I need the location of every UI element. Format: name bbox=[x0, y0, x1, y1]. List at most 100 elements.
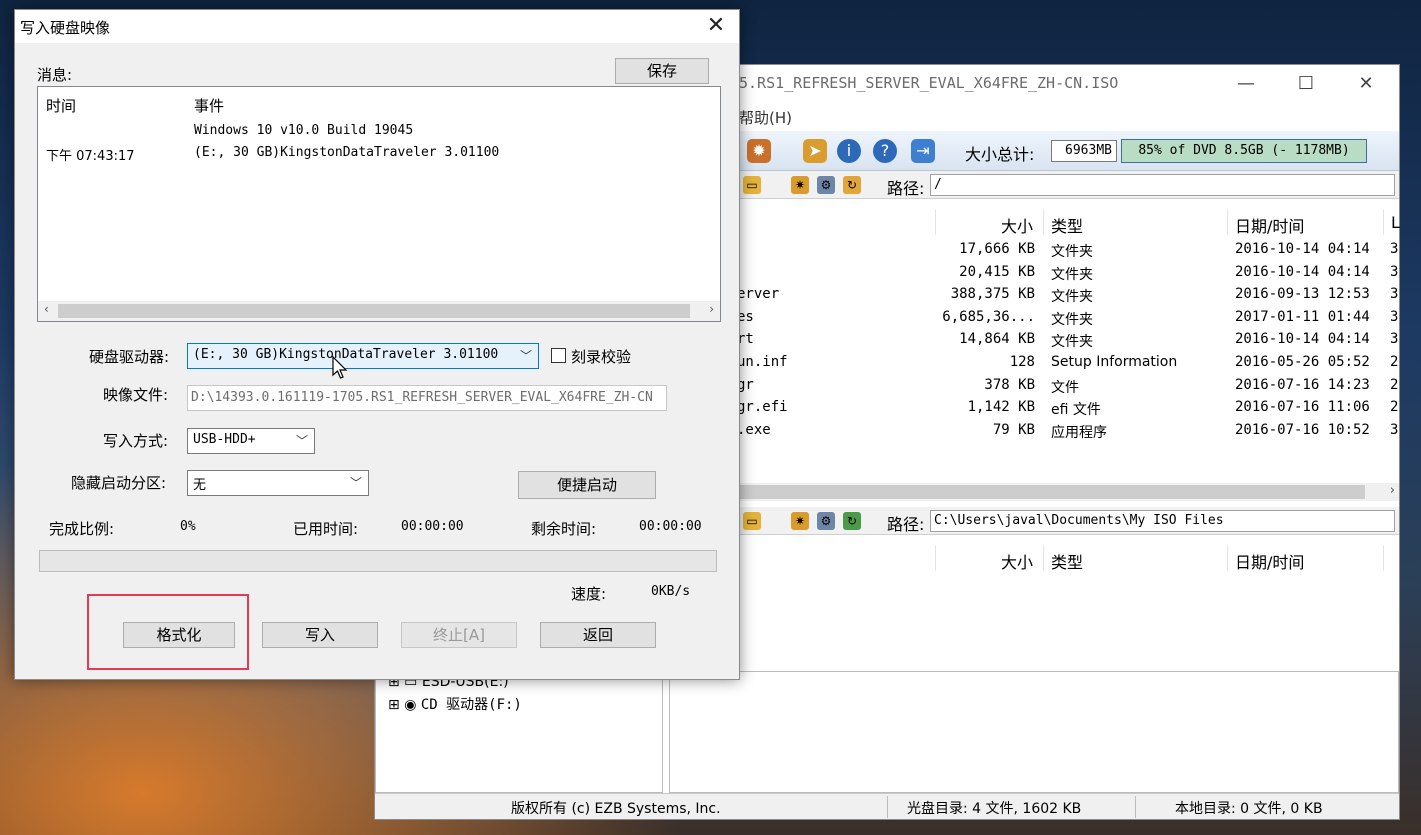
table-row[interactable]: erver 388,375 KB 文件夹 2016-09-13 12:53 3 bbox=[735, 283, 1399, 305]
log-hscrollbar[interactable]: ‹ › bbox=[38, 301, 720, 321]
write-mode-select[interactable]: USB-HDD+ ﹀ bbox=[187, 428, 315, 454]
capacity-bar: 85% of DVD 8.5GB (- 1178MB) bbox=[1121, 139, 1367, 163]
cell-date: 2016-07-16 11:06 bbox=[1235, 399, 1370, 416]
write-mode-label: 写入方式: bbox=[103, 432, 169, 450]
chevron-down-icon: ﹀ bbox=[349, 476, 362, 490]
elapsed-label: 已用时间: bbox=[293, 520, 359, 538]
iso-file-list-header: 大小 类型 日期/时间 L bbox=[935, 209, 1400, 237]
save-button[interactable]: 保存 bbox=[615, 58, 709, 84]
log-entry-time: 下午 07:43:17 bbox=[46, 149, 135, 164]
cell-type: 文件夹 bbox=[1051, 244, 1093, 260]
folder-icon[interactable]: ▭ bbox=[743, 176, 761, 194]
table-row[interactable]: gr.efi 1,142 KB efi 文件 2016-07-16 11:06 2 bbox=[735, 396, 1399, 418]
gear-icon[interactable]: ⚙ bbox=[817, 512, 835, 530]
cell-type: efi 文件 bbox=[1051, 402, 1101, 419]
scroll-right-icon[interactable]: › bbox=[709, 302, 714, 316]
col-type[interactable]: 类型 bbox=[1051, 213, 1083, 237]
cell-l: 2 bbox=[1390, 354, 1399, 370]
close-button[interactable]: ✕ bbox=[1343, 71, 1389, 97]
col-event: 事件 bbox=[194, 97, 225, 115]
image-file-field[interactable]: D:\14393.0.161119-1705.RS1_REFRESH_SERVE… bbox=[187, 385, 667, 411]
col-date[interactable]: 日期/时间 bbox=[1235, 549, 1304, 573]
cell-size: 6,685,36... bbox=[942, 308, 1035, 325]
properties-icon[interactable]: ✷ bbox=[791, 176, 809, 194]
info-icon[interactable]: i bbox=[837, 139, 861, 163]
messages-label: 消息: bbox=[37, 66, 73, 84]
cell-date: 2016-07-16 10:52 bbox=[1235, 421, 1370, 438]
refresh-icon[interactable]: ↻ bbox=[843, 176, 861, 194]
mouse-cursor-icon bbox=[332, 356, 348, 379]
table-row[interactable]: rt 14,864 KB 文件夹 2016-10-14 04:14 3 bbox=[735, 328, 1399, 350]
size-total-value: 6963MB bbox=[1051, 140, 1117, 162]
scroll-right-icon[interactable]: › bbox=[1390, 483, 1395, 498]
minimize-button[interactable]: — bbox=[1223, 71, 1269, 97]
burn-icon[interactable]: ✹ bbox=[747, 139, 771, 163]
cell-l: 3 bbox=[1390, 241, 1399, 257]
cell-date: 2016-07-16 14:23 bbox=[1235, 376, 1370, 393]
maximize-button[interactable]: ☐ bbox=[1283, 71, 1329, 97]
table-row[interactable]: un.inf 128 Setup Information 2016-05-26 05:… bbox=[735, 351, 1399, 373]
col-type[interactable]: 类型 bbox=[1051, 549, 1083, 573]
col-extra[interactable]: L bbox=[1391, 213, 1400, 232]
local-file-list-header: 大小 类型 日期/时间 bbox=[935, 545, 1399, 573]
tree-item-cd-drive[interactable]: ⊞ ◉ CD 驱动器(F:) bbox=[388, 694, 522, 714]
refresh-icon[interactable]: ↻ bbox=[843, 512, 861, 530]
cell-size: 17,666 KB bbox=[959, 241, 1035, 257]
local-tree: ⊞ ▭ ESD-USB(E:) ⊞ ◉ CD 驱动器(F:) bbox=[375, 671, 663, 793]
drive-select[interactable]: (E:, 30 GB)KingstonDataTraveler 3.01100 … bbox=[187, 343, 539, 369]
table-row[interactable]: 17,666 KB 文件夹 2016-10-14 04:14 3 bbox=[735, 238, 1399, 260]
cell-date: 2016-05-26 05:52 bbox=[1235, 354, 1370, 370]
export-icon[interactable]: ➤ bbox=[803, 139, 827, 163]
table-row[interactable]: 20,415 KB 文件夹 2016-10-14 04:14 3 bbox=[735, 261, 1399, 283]
cell-size: 378 KB bbox=[984, 376, 1035, 393]
local-path-label: 路径: bbox=[887, 515, 925, 534]
scroll-thumb[interactable] bbox=[735, 485, 1365, 499]
iso-list-hscrollbar[interactable]: › bbox=[735, 483, 1399, 501]
table-row[interactable]: .exe 79 KB 应用程序 2016-07-16 10:52 3 bbox=[735, 419, 1399, 441]
remaining-value: 00:00:00 bbox=[639, 519, 702, 534]
status-disc-dir: 光盘目录: 4 文件, 1602 KB bbox=[907, 801, 1082, 817]
cell-size: 388,375 KB bbox=[950, 286, 1035, 303]
cell-l: 2 bbox=[1390, 399, 1399, 416]
table-row[interactable]: es 6,685,36... 文件夹 2017-01-11 01:44 3 bbox=[735, 306, 1399, 328]
col-size[interactable]: 大小 bbox=[1001, 549, 1033, 573]
cell-size: 14,864 KB bbox=[959, 331, 1035, 348]
quick-boot-button[interactable]: 便捷启动 bbox=[518, 471, 656, 499]
folder-icon[interactable]: ▭ bbox=[743, 512, 761, 530]
cell-size: 79 KB bbox=[992, 421, 1035, 438]
speed-label: 速度: bbox=[571, 585, 607, 603]
menu-help[interactable]: 帮助(H) bbox=[739, 107, 792, 128]
write-button[interactable]: 写入 bbox=[262, 622, 378, 648]
done-ratio-label: 完成比例: bbox=[49, 520, 115, 538]
done-ratio-value: 0% bbox=[180, 519, 196, 534]
progress-bar bbox=[39, 550, 717, 572]
cell-l: 3 bbox=[1390, 308, 1399, 325]
cell-size: 128 bbox=[1009, 354, 1035, 370]
scroll-left-icon[interactable]: ‹ bbox=[44, 302, 49, 316]
exit-icon[interactable]: ⇥ bbox=[911, 139, 935, 163]
cell-name: gr.efi bbox=[737, 399, 788, 416]
local-file-list bbox=[669, 671, 1399, 793]
properties-icon[interactable]: ✷ bbox=[791, 512, 809, 530]
cell-name: erver bbox=[737, 286, 780, 303]
scroll-thumb[interactable] bbox=[58, 304, 690, 318]
table-row[interactable]: gr 378 KB 文件 2016-07-16 14:23 2 bbox=[735, 374, 1399, 396]
message-log: 时间 事件 Windows 10 v10.0 Build 19045 下午 07… bbox=[37, 86, 721, 322]
cell-type: 文件 bbox=[1051, 379, 1079, 396]
col-date[interactable]: 日期/时间 bbox=[1235, 213, 1304, 237]
help-icon[interactable]: ? bbox=[873, 139, 897, 163]
gear-icon[interactable]: ⚙ bbox=[817, 176, 835, 194]
cell-type: 文件夹 bbox=[1051, 266, 1093, 283]
iso-path-label: 路径: bbox=[887, 179, 925, 198]
col-size[interactable]: 大小 bbox=[1001, 213, 1033, 237]
hide-partition-select[interactable]: 无 ﹀ bbox=[187, 470, 369, 496]
back-button[interactable]: 返回 bbox=[540, 622, 656, 648]
local-path-input[interactable]: C:\Users\javal\Documents\My ISO Files bbox=[930, 510, 1395, 532]
verify-checkbox[interactable] bbox=[551, 348, 566, 363]
verify-label: 刻录校验 bbox=[571, 348, 632, 366]
close-icon[interactable]: ✕ bbox=[701, 12, 731, 40]
iso-path-input[interactable]: / bbox=[930, 174, 1395, 196]
stop-button: 终止[A] bbox=[401, 622, 517, 648]
highlight-box bbox=[87, 594, 249, 670]
drive-label: 硬盘驱动器: bbox=[89, 348, 170, 366]
